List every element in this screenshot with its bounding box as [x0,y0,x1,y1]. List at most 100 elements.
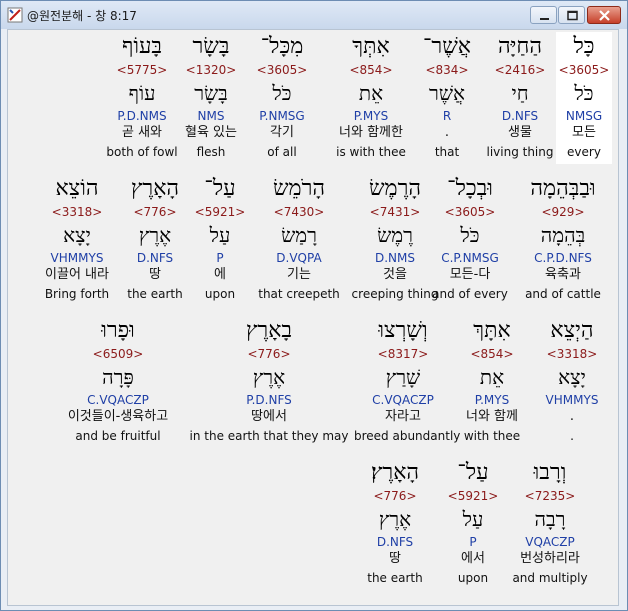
strong-number[interactable]: <5921> [190,204,250,220]
word-cell[interactable]: אִתְּךָ <854> אֵת P.MYS 너와 함께한 is with thee [326,32,416,164]
strong-number[interactable]: <776> [188,346,350,362]
strong-number[interactable]: <5775> [92,62,192,78]
word-cell[interactable]: אֲשֶׁר־ <834> אֲשֶׁר R. that [416,32,478,164]
maximize-button[interactable] [558,6,585,24]
lexical-form: אֲשֶׁר [429,81,465,105]
app-window: @원전분해 - 창 8:17 כָּל <3605> כֹּל NMSG 모든 every… [0,0,628,611]
strong-number[interactable]: <2416> [484,62,556,78]
strong-number[interactable]: <3318> [534,346,610,362]
morphology-code: VHMMYS [50,251,104,265]
korean-gloss: 것을 [383,267,407,282]
word-cell[interactable]: בָאָרֶץ <776> אֶרֶץ P.D.NFS 땅에서 in the earth … [188,316,350,448]
lexical-form: אֶרֶץ [252,365,286,389]
korean-gloss: 땅 [389,551,401,566]
hebrew-word: אִתָּךְ [473,318,511,343]
strong-number[interactable]: <776> [122,204,188,220]
hebrew-word: וּבַבְּהֵמָה [530,176,596,201]
word-cell[interactable]: וּבַבְּהֵמָה <929> בְּהֵמָה C.P.D.NFS 육축과 and… [518,174,608,306]
hebrew-word: וּפָרוּ [101,318,135,343]
hebrew-word: הַיְצֵא [550,318,594,343]
strong-number[interactable]: <929> [518,204,608,220]
word-cell[interactable]: הַיְצֵא <3318> יָצָא VHMMYS.. [534,316,610,448]
hebrew-word: הָאָרֶץ [130,176,180,201]
english-gloss: breed abundantly [354,429,461,443]
hebrew-word: בָּעוֹף [121,34,163,59]
korean-gloss: 너와 함께 [466,409,518,424]
word-cell[interactable]: וְרָבוּ <7235> רָבָה VQACZP 번성하리라 and multipl… [512,458,588,590]
word-cell[interactable]: הָאָרֶץ <776> אֶרֶץ D.NFS 땅 the earth [122,174,188,306]
word-cell[interactable]: וְשָׁרְצוּ <8317> שָׁרַץ C.VQACZP 자라고 breed a… [354,316,461,448]
word-cell[interactable]: הָרֹמֵשׂ <7430> רָמַשׂ D.VQPA 기는 that creepet… [256,174,342,306]
maximize-icon [567,10,578,21]
morphology-code: P.MYS [474,393,510,407]
english-gloss: with thee [463,429,521,443]
korean-gloss: . [569,409,575,424]
english-gloss: every [567,145,601,159]
word-cell[interactable]: הוֹצֵא <3318> יָצָא VHMMYS 이끌어 내라 Bring forth [32,174,122,306]
interlinear-panel[interactable]: כָּל <3605> כֹּל NMSG 모든 every הַחַיָּה <2416> ח… [7,29,619,606]
hebrew-word: הָרֶמֶשׂ [368,176,422,201]
title-bar[interactable]: @원전분해 - 창 8:17 [1,1,627,29]
english-gloss: both of fowl [106,145,178,159]
word-cell[interactable]: בָּעוֹף <5775> עוֹף P.D.NMS 곧 새와 both of fowl [92,32,192,164]
word-cell[interactable]: הַחַיָּה <2416> חַי D.NFS 생물 living thing [484,32,556,164]
word-cell[interactable]: הָרֶמֶשׂ <7431> רֶמֶשׂ D.NMS 것을 creeping thin… [342,174,448,306]
strong-number[interactable]: <8317> [354,346,452,362]
strong-number[interactable]: <854> [456,346,528,362]
morphology-code: P.D.NMS [117,109,167,123]
hebrew-word: מִכָּל־ [260,34,304,59]
english-gloss: in the earth that they may [189,429,349,443]
korean-gloss: 번성하리라 [520,551,580,566]
lexical-form: יָצָא [558,365,586,389]
strong-number[interactable]: <776> [354,488,436,504]
korean-gloss: 육축과 [545,267,581,282]
lexical-form: רָמַשׂ [281,223,317,247]
morphology-code: C.VQACZP [87,393,149,407]
morphology-code: D.NFS [136,251,174,265]
korean-gloss: 곧 새와 [121,125,162,140]
strong-number[interactable]: <7430> [256,204,342,220]
word-cell[interactable]: וּפָרוּ <6509> פָּרָה C.VQACZP 이것들이-생육하고 and … [48,316,188,448]
strong-number[interactable]: <6509> [48,346,188,362]
word-cell[interactable]: עַל־ <5921> עַל P 에 upon [190,174,250,306]
lexical-form: אֵת [358,81,384,105]
lexical-form: רֶמֶשׂ [377,223,413,247]
strong-number[interactable]: <3318> [32,204,122,220]
close-button[interactable] [587,6,621,24]
korean-gloss: 너와 함께한 [339,125,403,140]
minimize-button[interactable] [530,6,557,24]
strong-number[interactable]: <3605> [556,62,612,78]
word-cell[interactable]: הָאָרֶץ׃ <776> אֶרֶץ D.NFS 땅 the earth [354,458,436,590]
korean-gloss: 땅 [149,267,161,282]
word-cell[interactable]: עַל־ <5921> עַל P 에서 upon [440,458,506,590]
korean-gloss: 이것들이-생육하고 [67,409,169,424]
morphology-code: D.VQPA [276,251,322,265]
korean-gloss: 에 [214,267,226,282]
app-icon [7,7,23,23]
english-gloss: Bring forth [44,287,110,301]
hebrew-word: וְשָׁרְצוּ [378,318,428,343]
strong-number[interactable]: <834> [416,62,478,78]
morphology-code: VQACZP [525,535,575,549]
strong-number[interactable]: <5921> [440,488,506,504]
morphology-code: VHMMYS [545,393,599,407]
strong-number[interactable]: <854> [326,62,416,78]
english-gloss: and be fruitful [75,429,161,443]
strong-number[interactable]: <7235> [512,488,588,504]
korean-gloss: 에서 [461,551,485,566]
english-gloss: creeping thing [351,287,439,301]
lexical-form: בְּהֵמָה [540,223,586,247]
morphology-code: C.VQACZP [372,393,434,407]
hebrew-word: אִתְּךָ [352,34,390,59]
hebrew-word: עַל־ [204,176,236,201]
word-cell[interactable]: אִתָּךְ <854> אֵת P.MYS 너와 함께 with thee [456,316,528,448]
word-cell[interactable]: כָּל <3605> כֹּל NMSG 모든 every [556,32,612,164]
lexical-form: אֵת [479,365,505,389]
korean-gloss: 모든 [572,125,596,140]
strong-number[interactable]: <7431> [342,204,448,220]
strong-number[interactable]: <3605> [246,62,318,78]
morphology-code: P.MYS [353,109,389,123]
morphology-code: P [469,535,477,549]
english-gloss: living thing [486,145,554,159]
word-cell[interactable]: מִכָּל־ <3605> כֹּל P.NMSG 각기 of all [246,32,318,164]
